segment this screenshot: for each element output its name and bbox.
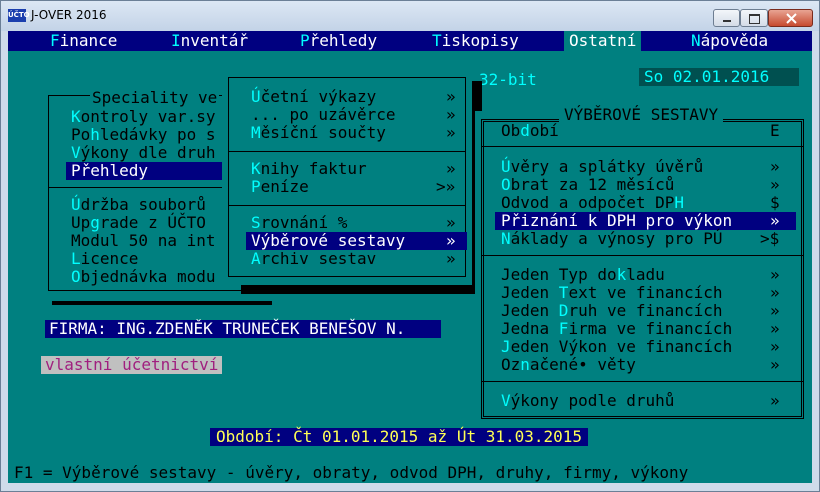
menu-item-modul50[interactable]: Modul 50 na int: [71, 232, 216, 250]
submenu-arrow-icon: »: [770, 391, 780, 410]
menu-item-licence[interactable]: Licence: [71, 250, 138, 268]
panel3-divider: [481, 146, 804, 147]
title-bar[interactable]: ÚČTO J-OVER 2016: [1, 1, 819, 31]
submenu-arrow-icon: »: [446, 159, 456, 178]
menu-inventar[interactable]: Inventář: [171, 32, 248, 50]
submenu-arrow-icon: »: [446, 213, 456, 232]
report-item-firma[interactable]: Jedna Firma ve financích: [501, 320, 732, 338]
menu-tiskopisy[interactable]: Tiskopisy: [432, 32, 519, 50]
submenu-arrow-icon: »: [446, 87, 456, 106]
panel2-shadow: [241, 285, 486, 294]
submenu-item-po-uzaverce[interactable]: ... po uzávěrce: [251, 106, 396, 124]
menu-item-upgrade[interactable]: Upgrade z ÚČTO: [71, 214, 206, 232]
maximize-button[interactable]: [740, 9, 768, 27]
report-item-obrat[interactable]: Obrat za 12 měsíců: [501, 176, 674, 194]
date-label: So 02.01.2016: [639, 68, 799, 86]
app-window: ÚČTO J-OVER 2016 Finance Inventář Přehle…: [0, 0, 820, 492]
submenu-arrow-icon: >»: [436, 177, 456, 196]
status-text: F1 = Výběrové sestavy - úvěry, obraty, o…: [14, 463, 689, 482]
status-bar: F1 = Výběrové sestavy - úvěry, obraty, o…: [8, 463, 812, 483]
submenu-arrow-icon: »: [770, 265, 780, 284]
menu-ostatni[interactable]: Ostatní: [564, 31, 642, 51]
report-item-typ-dokladu[interactable]: Jeden Typ dokladu: [501, 266, 665, 284]
minimize-button[interactable]: [713, 9, 740, 27]
panel2-divider: [228, 151, 466, 152]
terminal-screen: Finance Inventář Přehledy Tiskopisy Osta…: [8, 31, 812, 483]
prehledy-submenu: Účetní výkazy » ... po uzávěrce » Měsíčn…: [222, 71, 472, 285]
menu-item-udrzba[interactable]: Údržba souborů: [71, 196, 206, 214]
menu-item-pohledavky[interactable]: Pohledávky po s: [71, 126, 216, 144]
close-button[interactable]: [768, 9, 813, 27]
maximize-icon: [749, 14, 760, 24]
submenu-arrow-icon: »: [770, 157, 780, 176]
minimize-icon: [723, 20, 731, 22]
submenu-item-penize[interactable]: Peníze: [251, 178, 309, 196]
panel1-title: Speciality ve: [90, 88, 220, 107]
report-item-druh[interactable]: Jeden Druh ve financích: [501, 302, 723, 320]
panel3-divider: [481, 381, 804, 382]
report-marker: >$: [760, 229, 780, 248]
menu-item-vykony[interactable]: Výkony dle druh: [71, 144, 216, 162]
submenu-item-archiv-sestav[interactable]: Archiv sestav: [251, 250, 376, 268]
panel3-title: VÝBĚROVÉ SESTAVY: [559, 106, 724, 124]
submenu-arrow-icon: »: [446, 249, 456, 268]
menu-item-kontroly[interactable]: Kontroly var.sy: [71, 108, 216, 126]
submenu-arrow-icon: »: [770, 211, 780, 230]
bits-label: 32-bit: [479, 70, 537, 89]
submenu-arrow-icon: »: [770, 283, 780, 302]
report-item-vykon[interactable]: Jeden Výkon ve financích: [501, 338, 732, 356]
submenu-item-mesicni-soucty[interactable]: Měsíční součty: [251, 124, 386, 142]
submenu-item-knihy-faktur[interactable]: Knihy faktur: [251, 160, 367, 178]
submenu-item-srovnani[interactable]: Srovnání %: [251, 214, 347, 232]
submenu-arrow-icon: »: [770, 319, 780, 338]
submenu-arrow-icon: »: [446, 231, 456, 250]
report-item-uvery[interactable]: Úvěry a splátky úvěrů: [501, 158, 703, 176]
submenu-item-ucetni-vykazy[interactable]: Účetní výkazy: [251, 88, 376, 106]
submenu-arrow-icon: »: [770, 301, 780, 320]
submenu-arrow-icon: »: [770, 175, 780, 194]
menu-finance[interactable]: Finance: [50, 32, 117, 50]
app-icon: ÚČTO: [8, 9, 30, 22]
report-item-vykony-druhu[interactable]: Výkony podle druhů: [501, 392, 674, 410]
submenu-arrow-icon: »: [446, 123, 456, 142]
report-item-priznani-dph[interactable]: Přiznání k DPH pro výkon: [495, 212, 796, 230]
report-item-text[interactable]: Jeden Text ve financích: [501, 284, 723, 302]
main-menu-bar: Finance Inventář Přehledy Tiskopisy Osta…: [8, 31, 812, 51]
accounting-type: vlastní účetnictví: [41, 356, 223, 374]
close-icon: [786, 13, 797, 24]
submenu-arrow-icon: »: [770, 337, 780, 356]
report-item-odvod-dph[interactable]: Odvod a odpočet DPH: [501, 194, 684, 212]
submenu-arrow-icon: »: [446, 105, 456, 124]
firm-name: FIRMA: ING.ZDENĚK TRUNEČEK BENEŠOV N.: [45, 320, 441, 338]
panel2-divider: [228, 205, 466, 206]
menu-prehledy[interactable]: Přehledy: [300, 32, 377, 50]
vyberove-sestavy-submenu: VÝBĚROVÉ SESTAVY Období E Úvěry a splátk…: [475, 106, 812, 427]
report-item-oznacene-vety[interactable]: Označené• věty: [501, 356, 636, 374]
report-item-naklady-vynosy[interactable]: Náklady a výnosy pro PÚ: [501, 230, 723, 248]
report-marker: $: [770, 193, 780, 212]
menu-item-objednavka[interactable]: Objednávka modu: [71, 268, 216, 286]
window-title: J-OVER 2016: [31, 8, 107, 22]
menu-item-prehledy[interactable]: Přehledy: [66, 162, 223, 180]
report-marker: E: [770, 121, 780, 140]
report-item-obdobi[interactable]: Období: [501, 122, 559, 140]
period-label: Období: Čt 01.01.2015 až Út 31.03.2015: [210, 428, 589, 446]
panel3-divider: [481, 255, 804, 256]
submenu-arrow-icon: »: [770, 355, 780, 374]
menu-napoveda[interactable]: Nápověda: [691, 32, 768, 50]
submenu-item-vyberove-sestavy[interactable]: Výběrové sestavy: [246, 232, 467, 250]
